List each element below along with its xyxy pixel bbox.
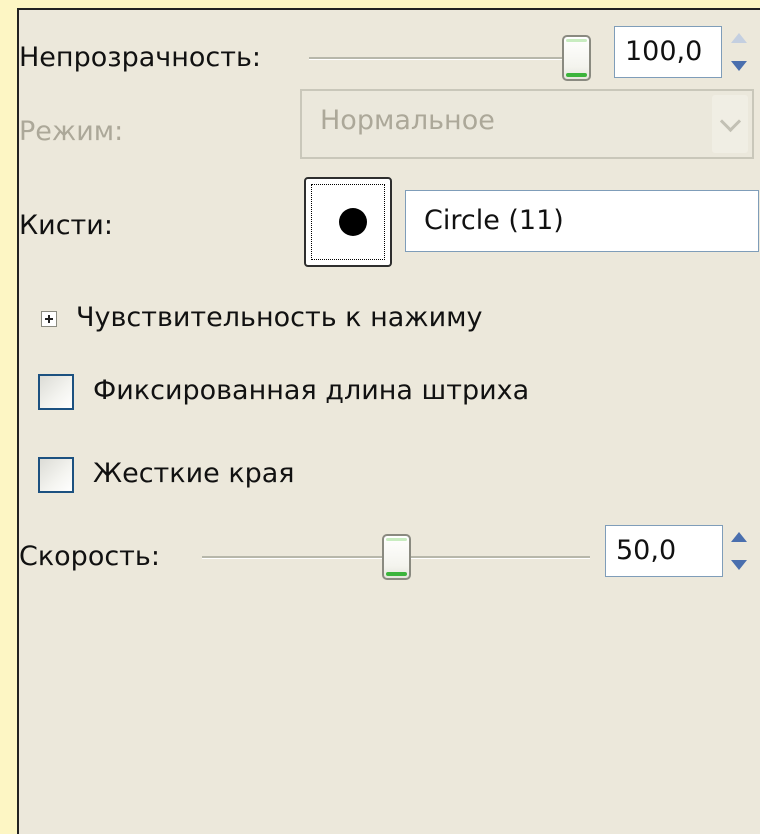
brush-preview-button[interactable] <box>304 177 392 267</box>
arrow-down-icon <box>731 61 747 71</box>
opacity-slider-track[interactable] <box>309 57 579 60</box>
arrow-up-icon <box>731 532 747 542</box>
chevron-down-icon <box>719 110 741 132</box>
opacity-label: Непрозрачность: <box>19 42 261 73</box>
rate-decrement-button[interactable] <box>726 551 752 579</box>
brush-label: Кисти: <box>19 210 113 241</box>
mode-label: Режим: <box>19 116 124 147</box>
fixed-stroke-length-label[interactable]: Фиксированная длина штриха <box>93 375 529 406</box>
mode-combo[interactable]: Нормальное <box>300 89 754 159</box>
rate-spin-buttons[interactable] <box>726 523 752 579</box>
fixed-stroke-length-checkbox[interactable] <box>38 374 74 410</box>
rate-value-field[interactable]: 50,0 <box>605 525 723 577</box>
arrow-down-icon <box>731 560 747 570</box>
mode-combo-dropdown-button[interactable] <box>712 95 748 153</box>
rate-slider-thumb[interactable] <box>382 534 411 580</box>
opacity-value-field[interactable]: 100,0 <box>614 26 722 78</box>
hard-edges-label[interactable]: Жесткие края <box>93 458 295 489</box>
opacity-spin-buttons[interactable] <box>726 24 752 80</box>
brush-name-field: Circle (11) <box>405 190 759 252</box>
rate-label: Скорость: <box>19 541 160 572</box>
opacity-increment-button[interactable] <box>726 24 752 52</box>
hard-edges-checkbox[interactable] <box>38 457 74 493</box>
rate-increment-button[interactable] <box>726 523 752 551</box>
expand-plus-icon[interactable] <box>41 311 57 327</box>
opacity-slider-thumb[interactable] <box>562 35 591 81</box>
brush-circle-icon <box>339 208 367 236</box>
pressure-sensitivity-label[interactable]: Чувствительность к нажиму <box>76 302 483 333</box>
tool-options-panel: Непрозрачность: 100,0 Режим: Нормальное … <box>17 8 760 834</box>
arrow-up-icon <box>731 33 747 43</box>
opacity-decrement-button[interactable] <box>726 52 752 80</box>
mode-combo-value: Нормальное <box>320 105 495 136</box>
